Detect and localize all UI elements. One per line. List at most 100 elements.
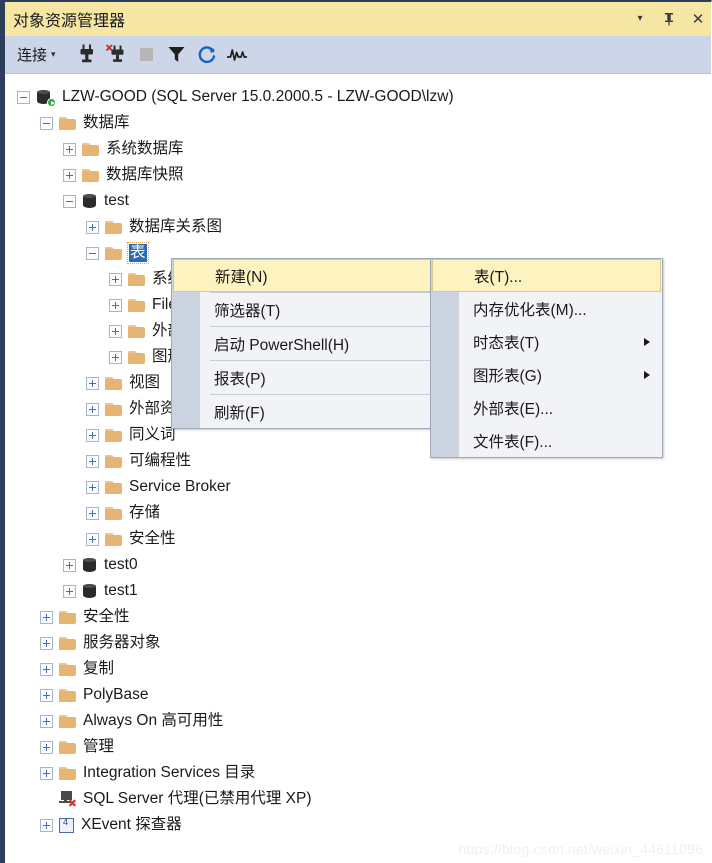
submenu-item-temporal-table[interactable]: 时态表(T) <box>431 325 662 358</box>
tree-node-polybase[interactable]: PolyBase <box>5 682 711 708</box>
tree-node-db-security[interactable]: 安全性 <box>5 526 711 552</box>
menu-item-label: 内存优化表(M)... <box>473 301 587 319</box>
expand-icon[interactable] <box>109 324 122 338</box>
tree-node-label: 数据库快照 <box>106 166 184 184</box>
menu-item-refresh[interactable]: 刷新(F) <box>172 395 458 428</box>
tree-node-server-objects[interactable]: 服务器对象 <box>5 630 711 656</box>
folder-icon <box>105 428 122 442</box>
tree-node-label: 同义词 <box>129 426 176 444</box>
submenu-item-external-table[interactable]: 外部表(E)... <box>431 391 662 424</box>
expand-icon[interactable] <box>109 350 122 364</box>
connect-icon-svg <box>80 44 93 62</box>
tree-node-integration-services[interactable]: Integration Services 目录 <box>5 760 711 786</box>
expand-icon[interactable] <box>86 506 99 520</box>
context-menu[interactable]: 新建(N) 筛选器(T) 启动 PowerShell(H) 报表(P) 刷新(F) <box>171 258 459 429</box>
tree-node-storage[interactable]: 存储 <box>5 500 711 526</box>
submenu-arrow-icon <box>644 337 650 346</box>
expand-icon[interactable] <box>63 168 76 182</box>
expand-icon[interactable] <box>40 714 53 728</box>
collapse-icon[interactable] <box>40 116 53 130</box>
expand-icon[interactable] <box>63 584 76 598</box>
tree-node-replication[interactable]: 复制 <box>5 656 711 682</box>
menu-item-label: 筛选器(T) <box>214 302 281 320</box>
connect-dropdown-button[interactable]: 连接 ▾ <box>15 42 60 67</box>
filter-icon[interactable] <box>164 42 190 68</box>
expand-icon[interactable] <box>40 662 53 676</box>
menu-item-label: 表(T)... <box>474 268 523 286</box>
tree-node-database-diagrams[interactable]: 数据库关系图 <box>5 214 711 240</box>
submenu-item-graph-table[interactable]: 图形表(G) <box>431 358 662 391</box>
expand-icon[interactable] <box>40 818 53 832</box>
expand-icon[interactable] <box>40 766 53 780</box>
menu-item-label: 启动 PowerShell(H) <box>214 336 350 354</box>
tree-node-system-databases[interactable]: 系统数据库 <box>5 136 711 162</box>
filter-icon-svg <box>168 47 185 62</box>
menu-item-label: 新建(N) <box>215 268 268 286</box>
tree-node-database-snapshots[interactable]: 数据库快照 <box>5 162 711 188</box>
folder-icon <box>59 714 76 728</box>
tree-node-db-test0[interactable]: test0 <box>5 552 711 578</box>
folder-icon <box>59 740 76 754</box>
chevron-down-icon: ▾ <box>51 49 56 59</box>
tree-node-label: PolyBase <box>83 686 149 704</box>
menu-item-start-powershell[interactable]: 启动 PowerShell(H) <box>172 327 458 360</box>
tree-node-security[interactable]: 安全性 <box>5 604 711 630</box>
menu-item-filter[interactable]: 筛选器(T) <box>172 293 458 326</box>
dropdown-caret-icon[interactable]: ▾ <box>632 10 648 28</box>
menu-item-reports[interactable]: 报表(P) <box>172 361 458 394</box>
collapse-icon[interactable] <box>63 194 76 208</box>
tree-node-service-broker[interactable]: Service Broker <box>5 474 711 500</box>
expand-icon[interactable] <box>86 532 99 546</box>
expand-icon[interactable] <box>86 376 99 390</box>
tree-node-label: test0 <box>104 556 138 574</box>
expand-icon[interactable] <box>40 740 53 754</box>
expand-icon[interactable] <box>86 428 99 442</box>
disconnect-icon[interactable] <box>104 42 130 68</box>
expand-icon[interactable] <box>40 610 53 624</box>
connect-icon[interactable] <box>74 42 100 68</box>
tree-node-server[interactable]: LZW-GOOD (SQL Server 15.0.2000.5 - LZW-G… <box>5 84 711 110</box>
tree-node-xevent-profiler[interactable]: XEvent 探查器 <box>5 812 711 838</box>
submenu-item-file-table[interactable]: 文件表(F)... <box>431 424 662 457</box>
folder-icon <box>82 168 99 182</box>
collapse-icon[interactable] <box>17 90 30 104</box>
tree-node-sql-server-agent[interactable]: ✖ SQL Server 代理(已禁用代理 XP) <box>5 786 711 812</box>
expand-icon[interactable] <box>109 272 122 286</box>
folder-icon <box>59 662 76 676</box>
folder-icon <box>128 350 145 364</box>
close-icon[interactable]: ✕ <box>690 10 706 28</box>
tree-node-databases[interactable]: 数据库 <box>5 110 711 136</box>
activity-monitor-icon-svg <box>226 48 247 61</box>
tree-node-db-test[interactable]: test <box>5 188 711 214</box>
activity-monitor-icon[interactable] <box>224 42 250 68</box>
expand-icon[interactable] <box>40 688 53 702</box>
menu-item-new[interactable]: 新建(N) <box>173 259 457 292</box>
tree-node-label: LZW-GOOD (SQL Server 15.0.2000.5 - LZW-G… <box>62 88 454 106</box>
expand-icon[interactable] <box>86 220 99 234</box>
expand-icon[interactable] <box>63 142 76 156</box>
new-submenu-items: 表(T)... 内存优化表(M)... 时态表(T) 图形表(G) 外部表(E)... 文… <box>431 259 662 457</box>
expand-icon[interactable] <box>40 636 53 650</box>
tree-node-label: 可编程性 <box>129 452 192 470</box>
menu-item-label: 文件表(F)... <box>473 433 553 451</box>
submenu-item-table[interactable]: 表(T)... <box>432 259 661 292</box>
object-explorer-tree[interactable]: LZW-GOOD (SQL Server 15.0.2000.5 - LZW-G… <box>5 74 711 863</box>
collapse-icon[interactable] <box>86 246 99 260</box>
database-icon <box>82 193 97 209</box>
refresh-icon[interactable] <box>194 42 220 68</box>
new-submenu[interactable]: 表(T)... 内存优化表(M)... 时态表(T) 图形表(G) 外部表(E)... 文… <box>430 258 663 458</box>
expand-icon[interactable] <box>86 480 99 494</box>
tree-node-label: 数据库 <box>83 114 130 132</box>
tree-node-label: 复制 <box>83 660 115 678</box>
expand-icon[interactable] <box>109 298 122 312</box>
submenu-item-memory-optimized-table[interactable]: 内存优化表(M)... <box>431 292 662 325</box>
page-title: 对象资源管理器 <box>13 13 126 30</box>
tree-node-db-test1[interactable]: test1 <box>5 578 711 604</box>
expand-icon[interactable] <box>63 558 76 572</box>
expand-icon[interactable] <box>86 402 99 416</box>
pin-icon[interactable] <box>661 10 677 28</box>
expand-icon[interactable] <box>86 454 99 468</box>
tree-node-always-on[interactable]: Always On 高可用性 <box>5 708 711 734</box>
folder-icon <box>128 298 145 312</box>
tree-node-management[interactable]: 管理 <box>5 734 711 760</box>
